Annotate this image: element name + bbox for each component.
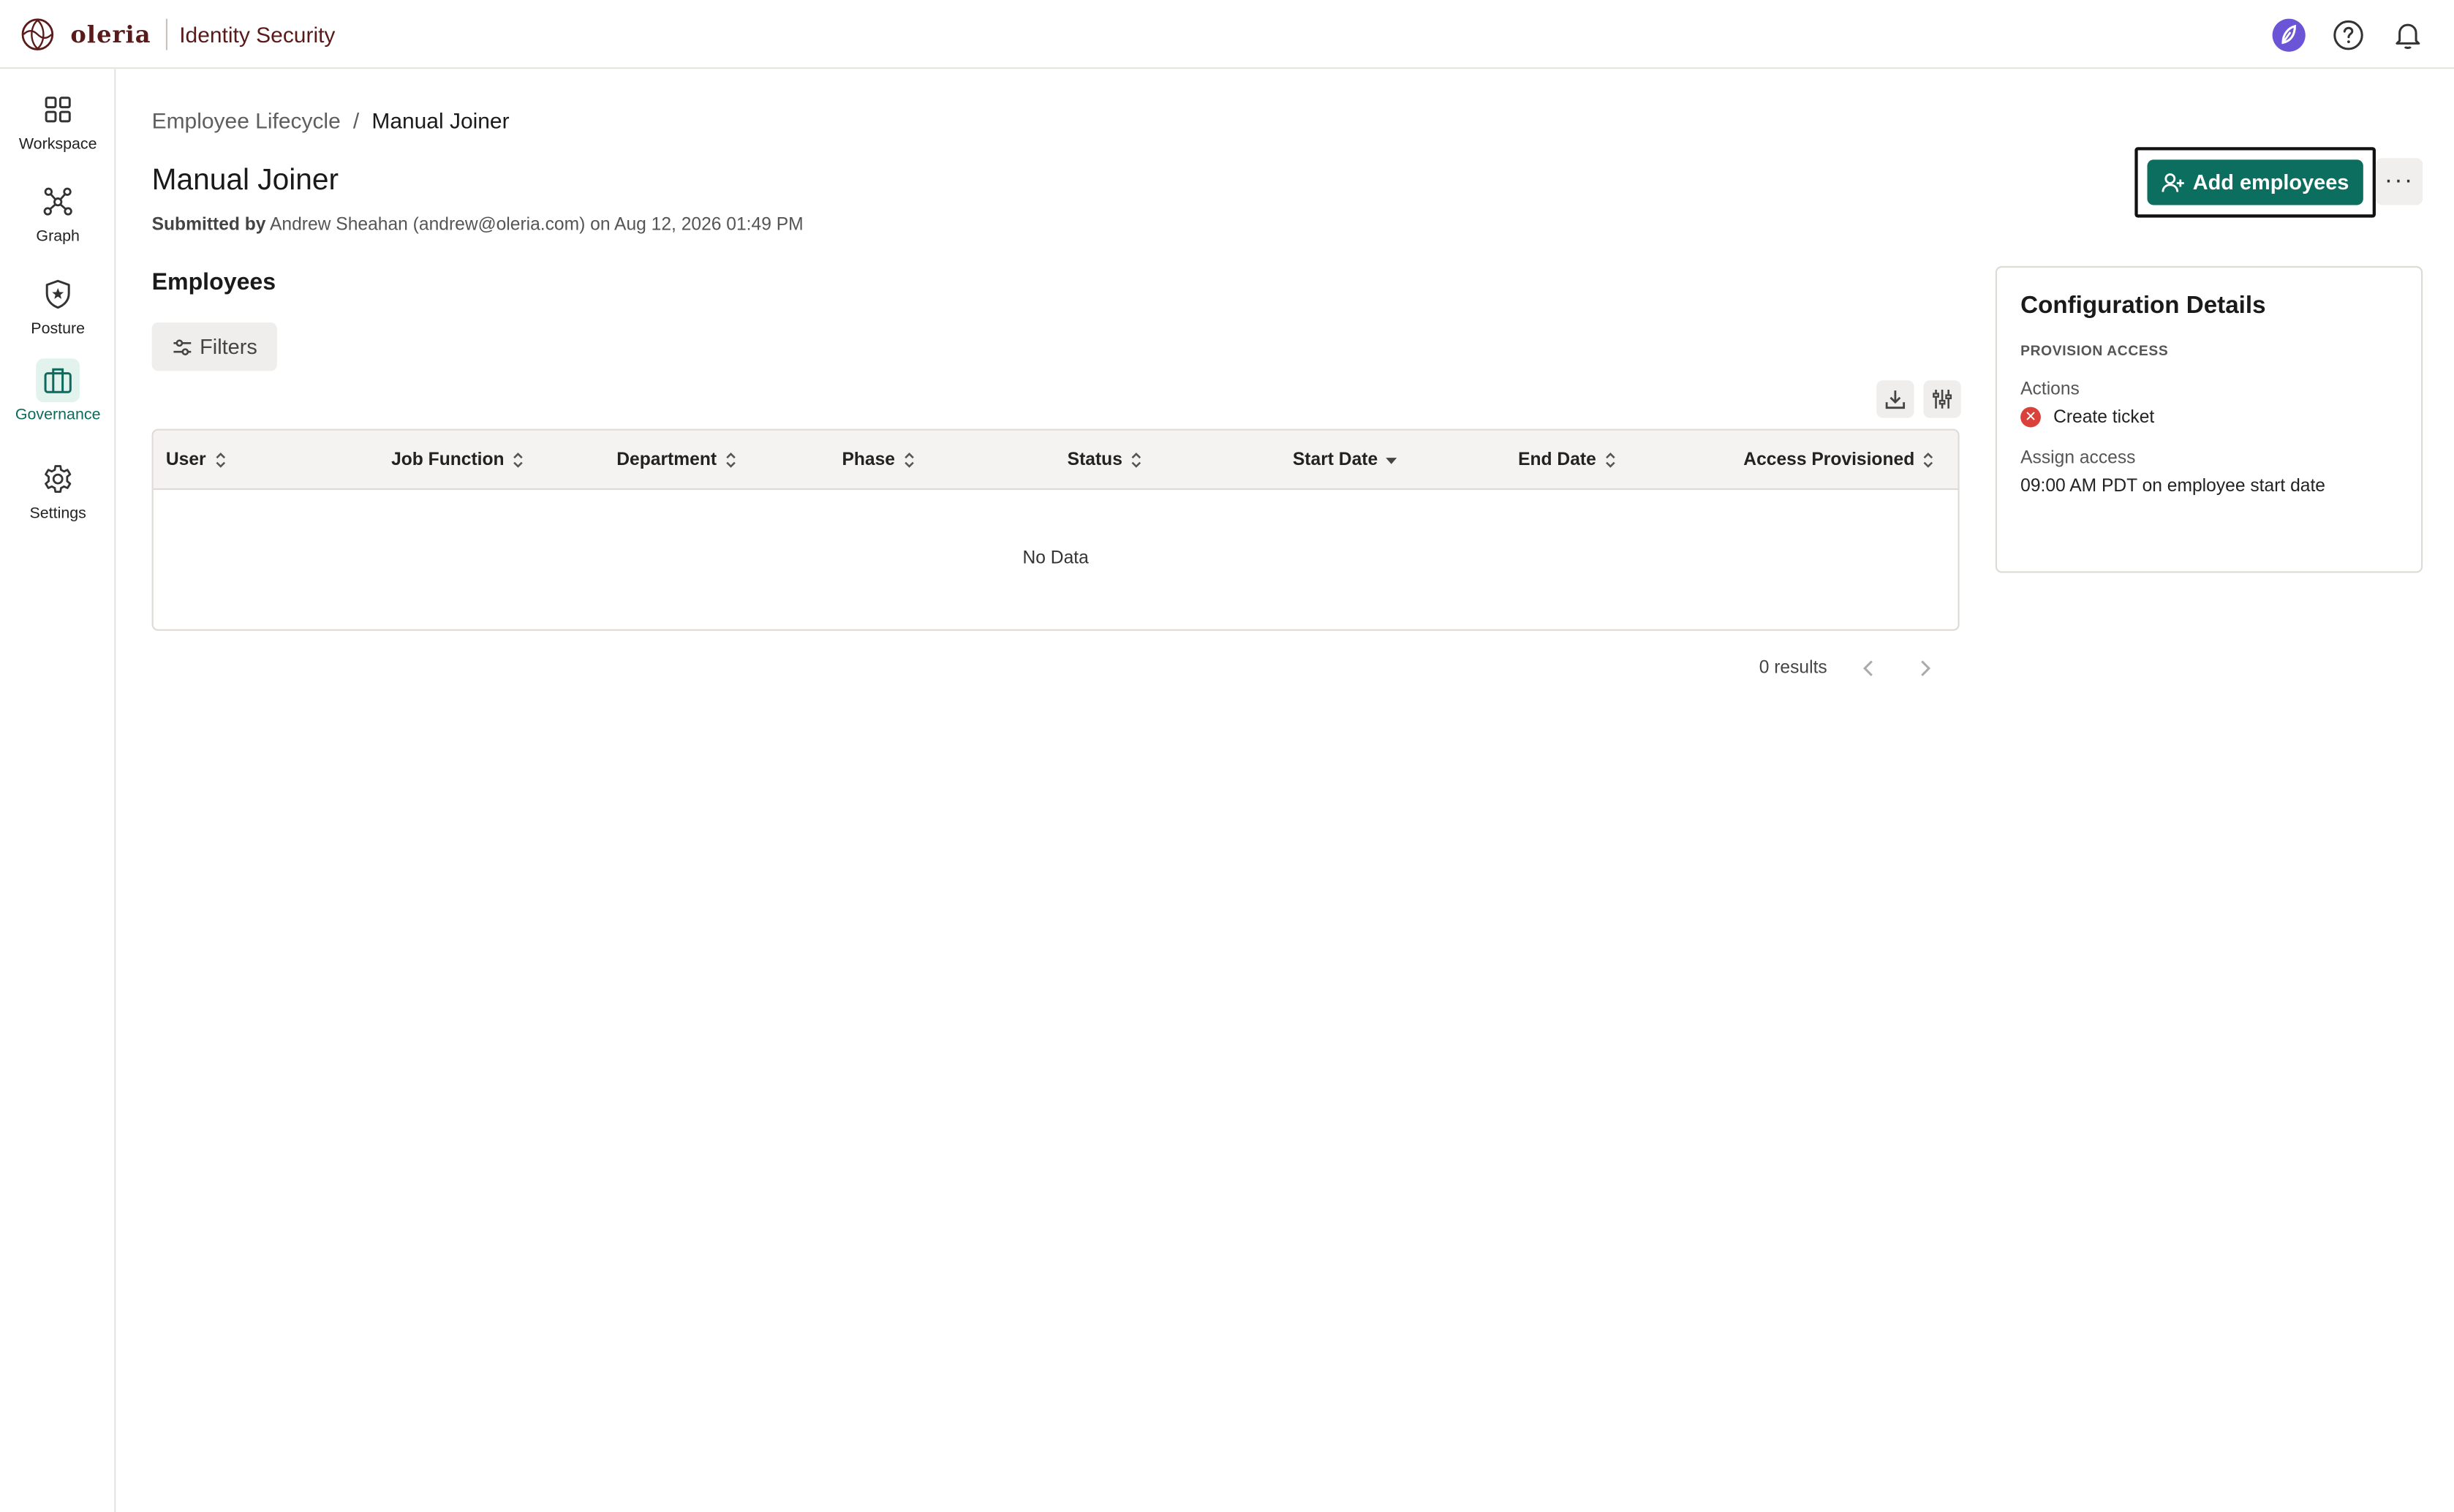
notifications-button[interactable] bbox=[2388, 15, 2425, 53]
assistant-avatar[interactable] bbox=[2269, 15, 2306, 53]
column-label: Department bbox=[616, 450, 717, 470]
column-header-job-function[interactable]: Job Function bbox=[391, 431, 524, 490]
actions-label: Actions bbox=[2020, 380, 2080, 399]
sidebar: Workspace Graph Posture Governance Setti… bbox=[0, 69, 116, 1512]
column-label: End Date bbox=[1518, 450, 1596, 470]
sidebar-item-label: Settings bbox=[29, 505, 86, 523]
page-title: Manual Joiner bbox=[151, 164, 339, 197]
more-horizontal-icon: ··· bbox=[2384, 167, 2415, 194]
table-header: User Job Function Department Phase Statu… bbox=[153, 430, 1958, 491]
pagination: 0 results bbox=[1759, 654, 1940, 683]
column-header-access-provisioned[interactable]: Access Provisioned bbox=[1743, 431, 1935, 490]
sidebar-item-label: Workspace bbox=[18, 136, 97, 154]
chevron-right-icon bbox=[1922, 660, 1932, 676]
sort-icon bbox=[1605, 453, 1615, 468]
action-item-label: Create ticket bbox=[2053, 407, 2155, 427]
empty-state: No Data bbox=[1022, 549, 1089, 569]
top-bar: oleria Identity Security bbox=[0, 0, 2454, 69]
more-actions-button[interactable]: ··· bbox=[2375, 158, 2423, 205]
column-label: User bbox=[165, 450, 206, 470]
column-settings-button[interactable] bbox=[1923, 380, 1961, 418]
config-title: Configuration Details bbox=[2020, 292, 2266, 320]
sidebar-item-workspace[interactable]: Workspace bbox=[0, 88, 116, 175]
graph-icon bbox=[36, 180, 80, 224]
sliders-icon bbox=[173, 339, 191, 355]
sort-icon bbox=[726, 453, 736, 468]
breadcrumb: Employee Lifecycle / Manual Joiner bbox=[152, 108, 510, 133]
breadcrumb-current: Manual Joiner bbox=[371, 107, 510, 133]
help-button[interactable] bbox=[2329, 15, 2366, 53]
sidebar-item-governance[interactable]: Governance bbox=[0, 358, 116, 446]
sidebar-item-posture[interactable]: Posture bbox=[0, 272, 116, 360]
sort-desc-icon bbox=[1386, 458, 1397, 464]
column-header-phase[interactable]: Phase bbox=[842, 431, 915, 490]
oleria-logo-icon bbox=[21, 18, 54, 50]
column-header-start-date[interactable]: Start Date bbox=[1293, 431, 1398, 490]
sort-icon bbox=[1131, 453, 1141, 468]
add-employees-label: Add employees bbox=[2192, 170, 2349, 194]
sort-icon bbox=[905, 453, 914, 468]
download-button[interactable] bbox=[1876, 380, 1914, 418]
sidebar-item-graph[interactable]: Graph bbox=[0, 180, 116, 268]
column-label: Job Function bbox=[391, 450, 505, 470]
submitted-by-label: Submitted by bbox=[151, 216, 266, 235]
previous-page-button[interactable] bbox=[1855, 654, 1884, 683]
assistant-leaf-icon bbox=[2271, 18, 2305, 51]
grid-icon bbox=[36, 88, 80, 132]
shield-icon bbox=[36, 272, 80, 316]
error-x-icon: ✕ bbox=[2020, 407, 2041, 428]
sidebar-item-settings[interactable]: Settings bbox=[0, 457, 116, 545]
app-canvas: oleria Identity Security Workspace Graph… bbox=[0, 0, 2454, 1512]
download-icon bbox=[1885, 390, 1906, 409]
gear-icon bbox=[36, 457, 80, 501]
add-employees-button[interactable]: Add employees bbox=[2147, 159, 2363, 205]
column-header-end-date[interactable]: End Date bbox=[1518, 431, 1617, 490]
filters-label: Filters bbox=[200, 335, 257, 359]
submitted-info: Submitted by Andrew Sheahan (andrew@oler… bbox=[152, 216, 804, 235]
sort-icon bbox=[215, 453, 225, 468]
employees-section-title: Employees bbox=[151, 269, 276, 296]
briefcase-icon bbox=[36, 358, 80, 403]
column-label: Status bbox=[1067, 450, 1122, 470]
logo[interactable]: oleria bbox=[14, 16, 151, 50]
help-icon bbox=[2333, 19, 2363, 50]
breadcrumb-separator: / bbox=[352, 107, 360, 133]
submitted-by-text: Andrew Sheahan (andrew@oleria.com) on Au… bbox=[270, 216, 804, 235]
breadcrumb-link-employee-lifecycle[interactable]: Employee Lifecycle bbox=[152, 108, 341, 133]
configuration-details-card: Configuration Details PROVISION ACCESS A… bbox=[1995, 265, 2423, 573]
topbar-actions bbox=[2269, 15, 2425, 53]
column-header-department[interactable]: Department bbox=[616, 431, 737, 490]
add-user-icon bbox=[2162, 173, 2185, 192]
column-header-user[interactable]: User bbox=[166, 431, 227, 490]
column-header-status[interactable]: Status bbox=[1068, 431, 1143, 490]
page: oleria Identity Security Workspace Graph… bbox=[0, 0, 2454, 1512]
sidebar-item-label: Graph bbox=[36, 228, 80, 246]
chevron-left-icon bbox=[1864, 660, 1873, 676]
sort-icon bbox=[513, 453, 524, 468]
filters-button[interactable]: Filters bbox=[151, 322, 277, 371]
config-section-heading: PROVISION ACCESS bbox=[2020, 342, 2169, 359]
column-label: Phase bbox=[842, 450, 896, 470]
logo-divider bbox=[165, 18, 167, 50]
next-page-button[interactable] bbox=[1911, 654, 1940, 683]
assign-access-value: 09:00 AM PDT on employee start date bbox=[2020, 477, 2325, 496]
column-label: Start Date bbox=[1292, 450, 1378, 470]
sidebar-item-label: Posture bbox=[31, 320, 86, 339]
column-label: Access Provisioned bbox=[1743, 450, 1915, 470]
employees-table: User Job Function Department Phase Statu… bbox=[151, 428, 1960, 631]
column-adjust-icon bbox=[1933, 390, 1952, 409]
action-item: ✕ Create ticket bbox=[2020, 407, 2398, 428]
bell-icon bbox=[2395, 23, 2420, 48]
assign-access-label: Assign access bbox=[2020, 449, 2136, 469]
sidebar-item-label: Governance bbox=[15, 407, 101, 425]
sort-icon bbox=[1924, 453, 1933, 468]
brand-name: oleria bbox=[70, 19, 151, 48]
product-name: Identity Security bbox=[179, 20, 336, 47]
results-count: 0 results bbox=[1759, 659, 1827, 678]
add-employees-focus-ring: Add employees bbox=[2134, 147, 2376, 218]
